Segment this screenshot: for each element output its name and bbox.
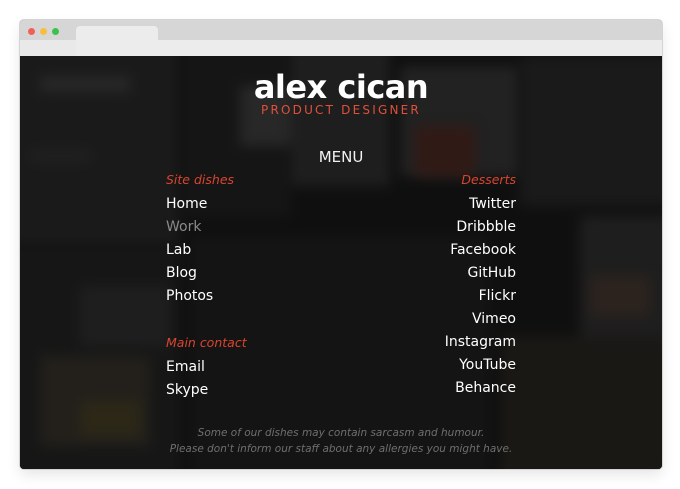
nav-item-facebook[interactable]: Facebook — [450, 241, 516, 259]
footer-note-line-1: Some of our dishes may contain sarcasm a… — [197, 427, 485, 439]
nav-item-github[interactable]: GitHub — [467, 264, 516, 282]
address-bar-area — [76, 40, 662, 56]
page-viewport: alex cican PRODUCT DESIGNER MENU Site di… — [20, 56, 662, 469]
menu-title: MENU — [318, 148, 364, 166]
nav-item-twitter[interactable]: Twitter — [469, 195, 516, 213]
nav-item-lab[interactable]: Lab — [166, 241, 191, 259]
site-logo[interactable]: alex cican — [20, 70, 662, 104]
close-window-icon[interactable] — [28, 28, 35, 35]
nav-item-instagram[interactable]: Instagram — [445, 333, 516, 351]
nav-item-skype[interactable]: Skype — [166, 381, 208, 399]
nav-item-dribbble[interactable]: Dribbble — [456, 218, 516, 236]
browser-window: alex cican PRODUCT DESIGNER MENU Site di… — [20, 20, 662, 469]
site-tagline: PRODUCT DESIGNER — [261, 103, 421, 117]
browser-chrome — [20, 20, 662, 56]
nav-item-youtube[interactable]: YouTube — [459, 356, 516, 374]
nav-item-work[interactable]: Work — [166, 218, 201, 236]
section-heading-desserts: Desserts — [461, 172, 516, 187]
nav-item-photos[interactable]: Photos — [166, 287, 213, 305]
nav-item-behance[interactable]: Behance — [455, 379, 516, 397]
footer-note-line-2: Please don't inform our staff about any … — [169, 443, 513, 455]
dark-overlay — [20, 56, 662, 469]
section-heading-site-dishes: Site dishes — [166, 172, 235, 187]
nav-item-flickr[interactable]: Flickr — [479, 287, 516, 305]
nav-item-blog[interactable]: Blog — [166, 264, 197, 282]
section-heading-main-contact: Main contact — [166, 335, 247, 350]
nav-item-vimeo[interactable]: Vimeo — [472, 310, 516, 328]
nav-item-email[interactable]: Email — [166, 358, 205, 376]
minimize-window-icon[interactable] — [40, 28, 47, 35]
nav-item-home[interactable]: Home — [166, 195, 207, 213]
maximize-window-icon[interactable] — [52, 28, 59, 35]
